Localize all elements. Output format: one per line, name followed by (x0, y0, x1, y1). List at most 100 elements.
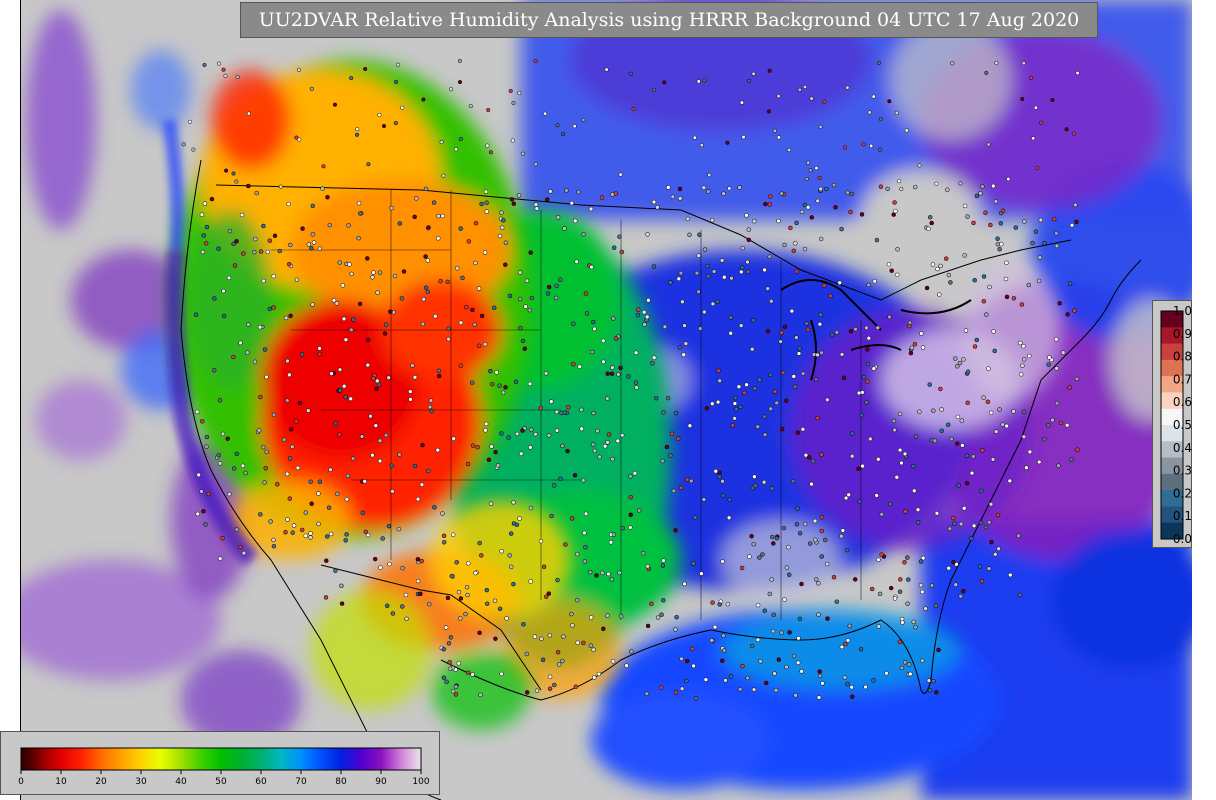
observation-dot (934, 690, 939, 695)
observation-dot (426, 468, 431, 474)
observation-dot (299, 527, 305, 533)
observation-dot (582, 530, 587, 536)
observation-dot (877, 591, 883, 597)
observation-dot (523, 304, 528, 309)
observation-dot (423, 254, 428, 259)
observation-dot (765, 286, 770, 291)
observation-dot (899, 460, 904, 466)
observation-dot (945, 187, 950, 192)
observation-dot (869, 586, 875, 592)
observation-dot (778, 339, 783, 344)
observation-dot (795, 506, 800, 511)
observation-dot (223, 73, 228, 78)
observation-dot (993, 429, 999, 434)
observation-dot (343, 337, 349, 342)
observation-dot (908, 350, 914, 356)
observation-dot (203, 522, 208, 527)
observation-dot (246, 111, 251, 116)
observation-dot (252, 249, 257, 255)
observation-dot (534, 688, 540, 693)
observation-dot (209, 196, 215, 202)
observation-dot (1021, 434, 1027, 440)
observation-dot (1031, 136, 1036, 141)
observation-dot (1069, 457, 1074, 462)
observation-dot (782, 597, 787, 602)
observation-colorbar-tick-label: 0.2 (1173, 486, 1192, 500)
observation-dot (891, 418, 897, 424)
observation-dot (454, 147, 459, 152)
observation-dot (231, 241, 236, 247)
observation-dot (290, 530, 295, 535)
observation-dot (760, 552, 765, 557)
observation-dot (769, 534, 775, 540)
observation-dot (636, 307, 641, 312)
observation-dot (428, 398, 434, 403)
observation-dot (253, 236, 258, 242)
observation-dot (814, 577, 819, 582)
observation-dot (868, 436, 873, 442)
observation-dot (771, 541, 776, 546)
observation-dot (317, 351, 322, 357)
observation-dot (581, 478, 586, 483)
observation-dot (749, 533, 754, 539)
observation-dot (412, 214, 417, 220)
observation-dot (344, 497, 350, 502)
observation-dot (482, 341, 488, 347)
observation-dot (594, 573, 599, 578)
observation-dot (377, 438, 383, 444)
observation-dot (729, 275, 734, 281)
observation-dot (991, 183, 996, 189)
observation-dot (396, 62, 401, 67)
observation-dot (766, 109, 771, 114)
observation-dot (583, 291, 589, 296)
observation-dot (317, 479, 323, 484)
observation-dot (664, 444, 670, 450)
observation-dot (299, 352, 305, 357)
observation-dot (517, 516, 522, 521)
observation-dot (288, 427, 294, 432)
observation-dot (745, 675, 750, 681)
observation-dot (513, 379, 519, 385)
observation-dot (387, 561, 392, 567)
observation-dot (813, 377, 819, 382)
observation-dot (841, 375, 847, 381)
observation-dot (206, 491, 211, 497)
observation-dot (839, 226, 844, 232)
observation-dot (454, 266, 460, 271)
observation-dot (499, 210, 504, 215)
observation-dot (799, 669, 804, 674)
observation-dot (934, 181, 939, 186)
observation-dot (497, 383, 502, 388)
observation-dot (383, 432, 389, 438)
observation-dot (615, 438, 621, 444)
observation-dot (549, 399, 554, 404)
observation-dot (649, 601, 654, 607)
observation-dot (772, 671, 777, 676)
observation-dot (816, 612, 821, 617)
observation-dot (981, 299, 987, 304)
observation-dot (713, 468, 719, 474)
observation-dot (769, 486, 775, 491)
observation-dot (1007, 478, 1013, 484)
observation-dot (388, 309, 393, 314)
observation-dot (520, 151, 525, 156)
observation-dot (588, 615, 594, 620)
observation-dot (751, 71, 756, 76)
observation-dot (484, 209, 490, 214)
observation-dot (234, 179, 239, 184)
observation-dot (221, 288, 226, 294)
observation-dot (591, 410, 596, 416)
observation-dot (985, 399, 991, 405)
observation-dot (390, 611, 396, 616)
observation-dot (668, 280, 673, 285)
observation-dot (1071, 131, 1076, 136)
observation-dot (911, 619, 916, 625)
observation-dot (547, 674, 553, 680)
observation-dot (415, 496, 421, 502)
observation-dot (375, 290, 380, 295)
observation-dot (546, 284, 552, 290)
observation-dot (809, 215, 815, 220)
observation-dot (779, 191, 784, 196)
observation-dot (939, 407, 944, 412)
observation-dot (579, 426, 584, 432)
